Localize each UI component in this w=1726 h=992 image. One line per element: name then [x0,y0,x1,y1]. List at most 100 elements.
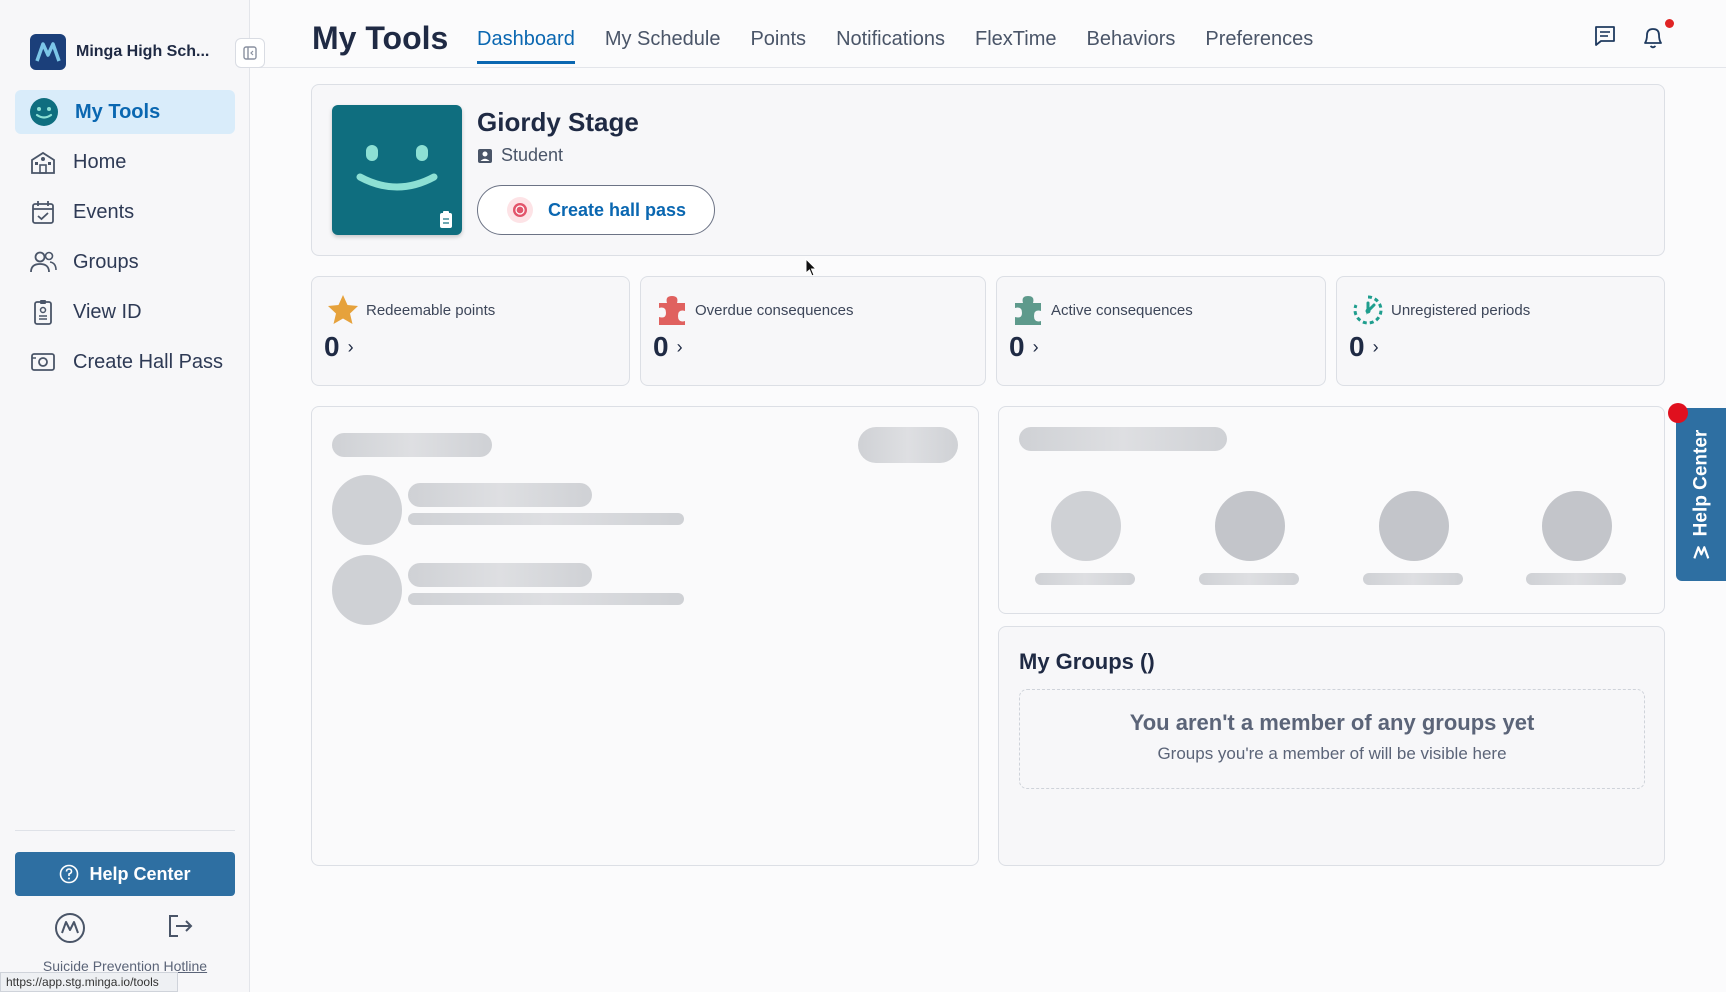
sidebar-toggle-icon [243,46,257,60]
stat-number: 0 [324,331,340,362]
logout-icon[interactable] [166,912,194,940]
stat-number: 0 [1349,331,1365,362]
avatar[interactable] [332,105,462,235]
stat-active-consequences[interactable]: Active consequences 0 › [996,276,1326,386]
minga-logo-icon [30,34,66,70]
status-url: https://app.stg.minga.io/tools [0,972,178,992]
groups-empty-state: You aren't a member of any groups yet Gr… [1019,689,1645,789]
skeleton-line [408,563,592,587]
create-hall-pass-label: Create hall pass [547,199,687,220]
stat-unregistered-periods[interactable]: Unregistered periods 0 › [1336,276,1665,386]
chevron-right-icon: › [676,336,683,357]
id-card-icon [34,300,52,325]
stat-redeemable-points[interactable]: Redeemable points 0 › [311,276,630,386]
help-center-button[interactable]: Help Center [15,852,235,896]
sidebar-item-label: View ID [73,300,142,323]
smile-icon [30,98,58,126]
sidebar-item-my-tools[interactable]: My Tools [15,90,235,134]
sidebar-item-create-hall-pass[interactable]: Create Hall Pass [15,340,235,384]
stat-header: Active consequences [1011,293,1193,327]
app-root: Minga High Sch... My Tools Home Events G… [0,0,1726,992]
create-hall-pass-button[interactable]: Create hall pass [477,185,715,235]
sidebar-item-label: Create Hall Pass [73,350,224,373]
stat-value: 0 › [653,331,683,363]
my-groups-panel: My Groups () You aren't a member of any … [998,626,1665,866]
id-badge-icon [478,148,492,163]
stat-number: 0 [1009,331,1025,362]
top-header: My Tools Dashboard My Schedule Points No… [250,0,1726,68]
skeleton-avatar [1379,491,1449,561]
skeleton-line [408,483,592,507]
minga-app-icon[interactable] [54,912,86,944]
skeleton-line [1526,573,1626,585]
stat-value: 0 › [1349,331,1379,363]
skeleton-title [1019,427,1227,451]
tab-points[interactable]: Points [750,28,806,64]
stat-header: Unregistered periods [1351,293,1530,327]
profile-card: Giordy Stage Student Create hall pass [311,84,1665,256]
skeleton-avatar [1051,491,1121,561]
tab-bar: Dashboard My Schedule Points Notificatio… [477,28,1313,64]
tab-preferences[interactable]: Preferences [1205,28,1313,64]
messages-icon[interactable] [1593,24,1617,48]
sidebar-item-view-id[interactable]: View ID [15,290,235,334]
loading-panel-left [311,406,979,866]
tab-behaviors[interactable]: Behaviors [1086,28,1175,64]
user-role: Student [477,145,563,166]
skeleton-button [858,427,958,463]
org-name: Minga High Sch... [76,43,210,60]
stat-value: 0 › [1009,331,1039,363]
puzzle-icon [659,296,685,325]
help-tab-text: Help Center [1690,429,1712,536]
notification-badge [1665,19,1674,28]
people-icon [30,251,57,273]
chevron-right-icon: › [1372,336,1379,357]
sidebar-item-groups[interactable]: Groups [15,240,235,284]
groups-title: My Groups () [1019,649,1155,674]
help-tab-badge [1668,403,1688,423]
collapse-sidebar-button[interactable] [235,38,265,68]
skeleton-line [408,513,684,525]
tab-flextime[interactable]: FlexTime [975,28,1056,64]
hall-pass-badge-icon [506,197,533,223]
star-icon [328,295,358,324]
mouse-cursor-icon [805,258,818,277]
skeleton-line [1035,573,1135,585]
sidebar: Minga High Sch... My Tools Home Events G… [0,0,265,992]
sidebar-nav: My Tools Home Events Groups View ID Crea… [15,90,235,390]
stat-overdue-consequences[interactable]: Overdue consequences 0 › [640,276,986,386]
smile-face-icon [356,145,452,228]
stat-label: Active consequences [1051,301,1193,319]
bell-icon[interactable] [1641,24,1665,50]
question-circle-icon [60,864,79,884]
stat-label: Unregistered periods [1391,301,1531,319]
sidebar-item-events[interactable]: Events [15,190,235,234]
skeleton-avatar [332,475,402,545]
calendar-icon [32,201,54,224]
school-icon [31,151,55,174]
skeleton-avatar [1215,491,1285,561]
timer-icon [1353,295,1383,325]
sidebar-divider [15,830,235,831]
org-switcher[interactable]: Minga High Sch... [30,34,209,70]
chevron-right-icon: › [347,336,354,357]
help-center-tab[interactable]: Help Center [1676,408,1726,581]
tab-notifications[interactable]: Notifications [836,28,945,64]
sidebar-item-label: Home [73,150,127,173]
stat-label: Redeemable points [366,301,496,319]
skeleton-line [1363,573,1463,585]
stat-header: Overdue consequences [655,293,853,327]
stat-label: Overdue consequences [695,301,854,319]
sidebar-item-home[interactable]: Home [15,140,235,184]
stat-number: 0 [653,331,669,362]
skeleton-line [408,593,684,605]
loading-panel-right [998,406,1665,614]
chevron-right-icon: › [1032,336,1039,357]
help-center-tab-label: Help Center [1690,429,1712,560]
tab-my-schedule[interactable]: My Schedule [605,28,721,64]
skeleton-avatar [332,555,402,625]
tab-dashboard[interactable]: Dashboard [477,28,575,64]
help-center-label: Help Center [89,863,191,884]
sidebar-item-label: Groups [73,250,139,273]
hall-pass-icon [31,353,55,371]
